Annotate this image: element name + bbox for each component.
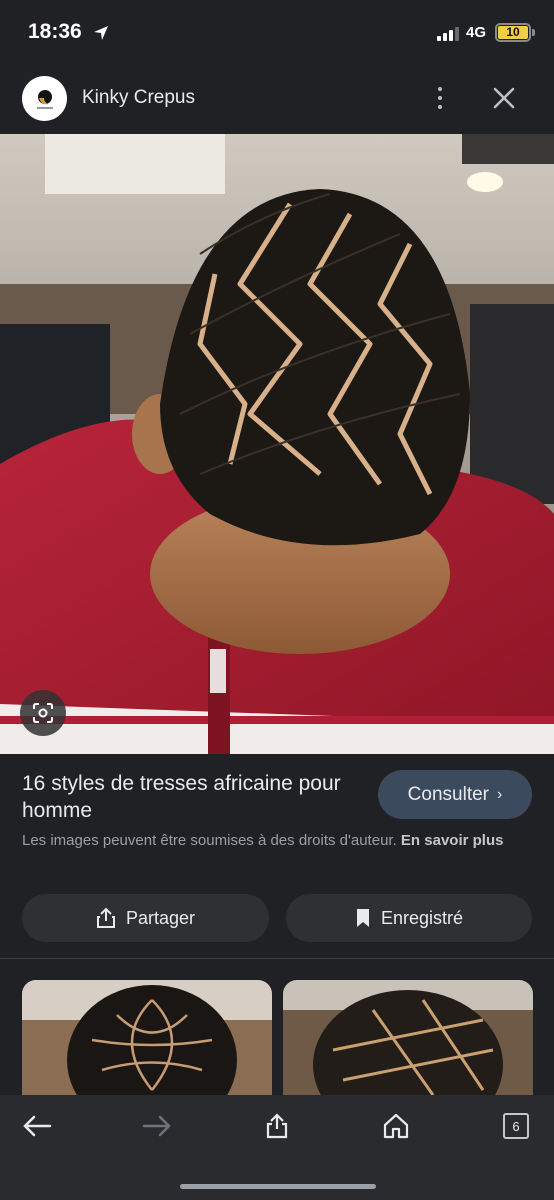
site-logo-icon (36, 89, 53, 109)
main-image[interactable] (0, 134, 554, 754)
more-vert-icon[interactable] (428, 84, 452, 112)
status-time: 18:36 (28, 20, 82, 43)
status-bar: 18:36 4G 10 (0, 0, 554, 66)
battery-icon: 10 (495, 23, 531, 42)
network-type: 4G (466, 24, 487, 41)
location-arrow-icon (94, 26, 108, 40)
share-button[interactable]: Partager (22, 894, 269, 942)
google-lens-icon[interactable] (20, 690, 66, 736)
image-title: 16 styles de tresses africaine pour homm… (22, 772, 341, 822)
battery-level: 10 (498, 26, 528, 39)
battery-tip (532, 29, 535, 36)
learn-more-link[interactable]: En savoir plus (401, 832, 504, 849)
home-icon[interactable] (379, 1109, 413, 1143)
site-logo[interactable] (22, 76, 67, 121)
back-arrow-icon[interactable] (20, 1109, 54, 1143)
share-button-label: Partager (125, 907, 196, 928)
site-name[interactable]: Kinky Crepus (82, 87, 195, 109)
viewer-header: Kinky Crepus (0, 66, 554, 134)
share-icon[interactable] (260, 1109, 294, 1143)
close-icon[interactable] (490, 84, 518, 112)
save-button[interactable]: Enregistré (286, 894, 532, 942)
copyright-notice: Les images peuvent être soumises à des d… (22, 830, 537, 852)
chevron-right-icon: › (497, 785, 503, 803)
visit-button-label: Consulter (407, 783, 489, 805)
bookmark-icon (356, 909, 369, 927)
signal-bars-icon (437, 27, 459, 41)
tabs-icon[interactable]: 6 (499, 1109, 533, 1143)
forward-arrow-icon[interactable] (140, 1109, 174, 1143)
divider (0, 958, 554, 959)
save-button-label: Enregistré (380, 907, 464, 928)
share-icon (96, 907, 115, 928)
related-image-2[interactable] (283, 980, 533, 1100)
tab-count: 6 (503, 1113, 529, 1139)
related-image-1[interactable] (22, 980, 272, 1100)
home-indicator[interactable] (180, 1184, 376, 1189)
visit-button[interactable]: Consulter › (378, 770, 532, 819)
copyright-text: Les images peuvent être soumises à des d… (22, 832, 397, 849)
